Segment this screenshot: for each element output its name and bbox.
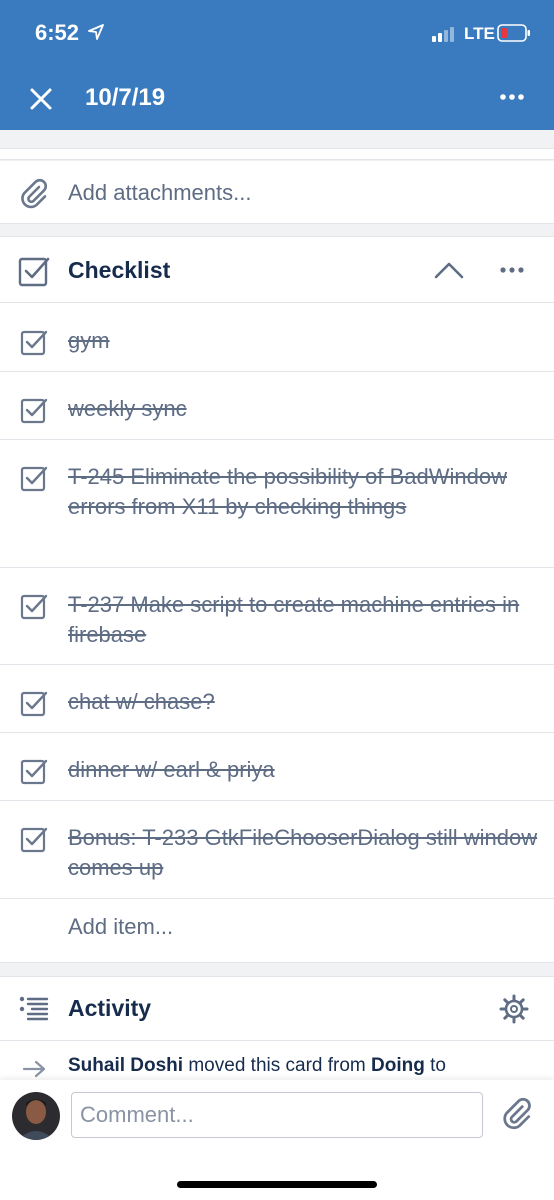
- card-title: 10/7/19: [85, 84, 166, 111]
- checkbox-checked-icon[interactable]: [20, 689, 48, 717]
- card-header: 10/7/19: [0, 66, 554, 130]
- paperclip-icon: [21, 178, 47, 209]
- checklist-item[interactable]: weekly sync: [0, 372, 554, 440]
- status-time: 6:52: [35, 20, 80, 45]
- battery-icon: [497, 24, 530, 42]
- checklist-item-text: T-237 Make script to create machine entr…: [68, 592, 520, 647]
- checklist-item-text: Bonus: T-233 GtkFileChooserDialog still …: [68, 825, 538, 880]
- checklist-item[interactable]: gym: [0, 304, 554, 372]
- activity-entry: Suhail Doshi moved this card from Doing …: [0, 1053, 554, 1083]
- paperclip-icon[interactable]: [500, 1097, 534, 1131]
- activity-action: moved this card from: [188, 1055, 366, 1076]
- chevron-up-icon[interactable]: [432, 257, 466, 283]
- add-item-button[interactable]: Add item...: [68, 914, 173, 940]
- checklist-title: Checklist: [68, 257, 171, 283]
- more-options-icon[interactable]: [496, 84, 528, 110]
- status-bar: 6:52 LTE: [0, 0, 554, 66]
- checklist-item-text: chat w/ chase?: [68, 689, 215, 714]
- checklist-item-text: dinner w/ earl & priya: [68, 757, 275, 782]
- checklist-section: Checklist gym weekly sync T-245 Eliminate …: [0, 236, 554, 963]
- checklist-item[interactable]: chat w/ chase?: [0, 665, 554, 733]
- activity-list-icon: [19, 996, 49, 1021]
- checkbox-checked-icon[interactable]: [20, 757, 48, 785]
- comment-bar: [0, 1080, 554, 1200]
- home-indicator: [177, 1181, 377, 1188]
- checkbox-checked-icon[interactable]: [20, 396, 48, 424]
- checklist-item-text: T-245 Eliminate the possibility of BadWi…: [68, 464, 507, 519]
- checkbox-checked-icon[interactable]: [20, 825, 48, 853]
- checklist-header: Checklist: [0, 237, 554, 303]
- checklist-item[interactable]: Bonus: T-233 GtkFileChooserDialog still …: [0, 801, 554, 899]
- activity-user[interactable]: Suhail Doshi: [68, 1055, 183, 1076]
- location-arrow-icon: [88, 24, 104, 40]
- checklist-item[interactable]: dinner w/ earl & priya: [0, 733, 554, 801]
- checkbox-checked-icon[interactable]: [20, 464, 48, 492]
- activity-title: Activity: [68, 995, 152, 1021]
- checklist-item-text: weekly sync: [68, 396, 187, 421]
- checklist-item-text: gym: [68, 328, 110, 353]
- checkbox-checked-icon[interactable]: [20, 328, 48, 356]
- add-attachments-label: Add attachments...: [68, 180, 252, 205]
- activity-to-word: to: [430, 1055, 447, 1076]
- comment-input[interactable]: [71, 1092, 483, 1138]
- add-attachments-row[interactable]: Add attachments...: [0, 161, 554, 224]
- user-avatar[interactable]: [12, 1092, 60, 1140]
- checklist-item[interactable]: T-245 Eliminate the possibility of BadWi…: [0, 440, 554, 568]
- checklist-more-icon[interactable]: [496, 257, 528, 283]
- activity-from-list: Doing: [371, 1055, 425, 1076]
- checklist-item[interactable]: T-237 Make script to create machine entr…: [0, 568, 554, 665]
- section-divider: [0, 148, 554, 160]
- activity-header: Activity: [0, 977, 554, 1041]
- checkbox-checked-icon[interactable]: [20, 592, 48, 620]
- signal-bars-icon: [432, 27, 454, 42]
- arrow-right-icon: [22, 1060, 46, 1078]
- activity-entry-text: Suhail Doshi moved this card from Doing …: [68, 1055, 446, 1077]
- network-type: LTE: [464, 24, 495, 43]
- checklist-icon: [18, 257, 50, 287]
- close-icon[interactable]: [26, 84, 56, 114]
- gear-icon[interactable]: [498, 993, 530, 1025]
